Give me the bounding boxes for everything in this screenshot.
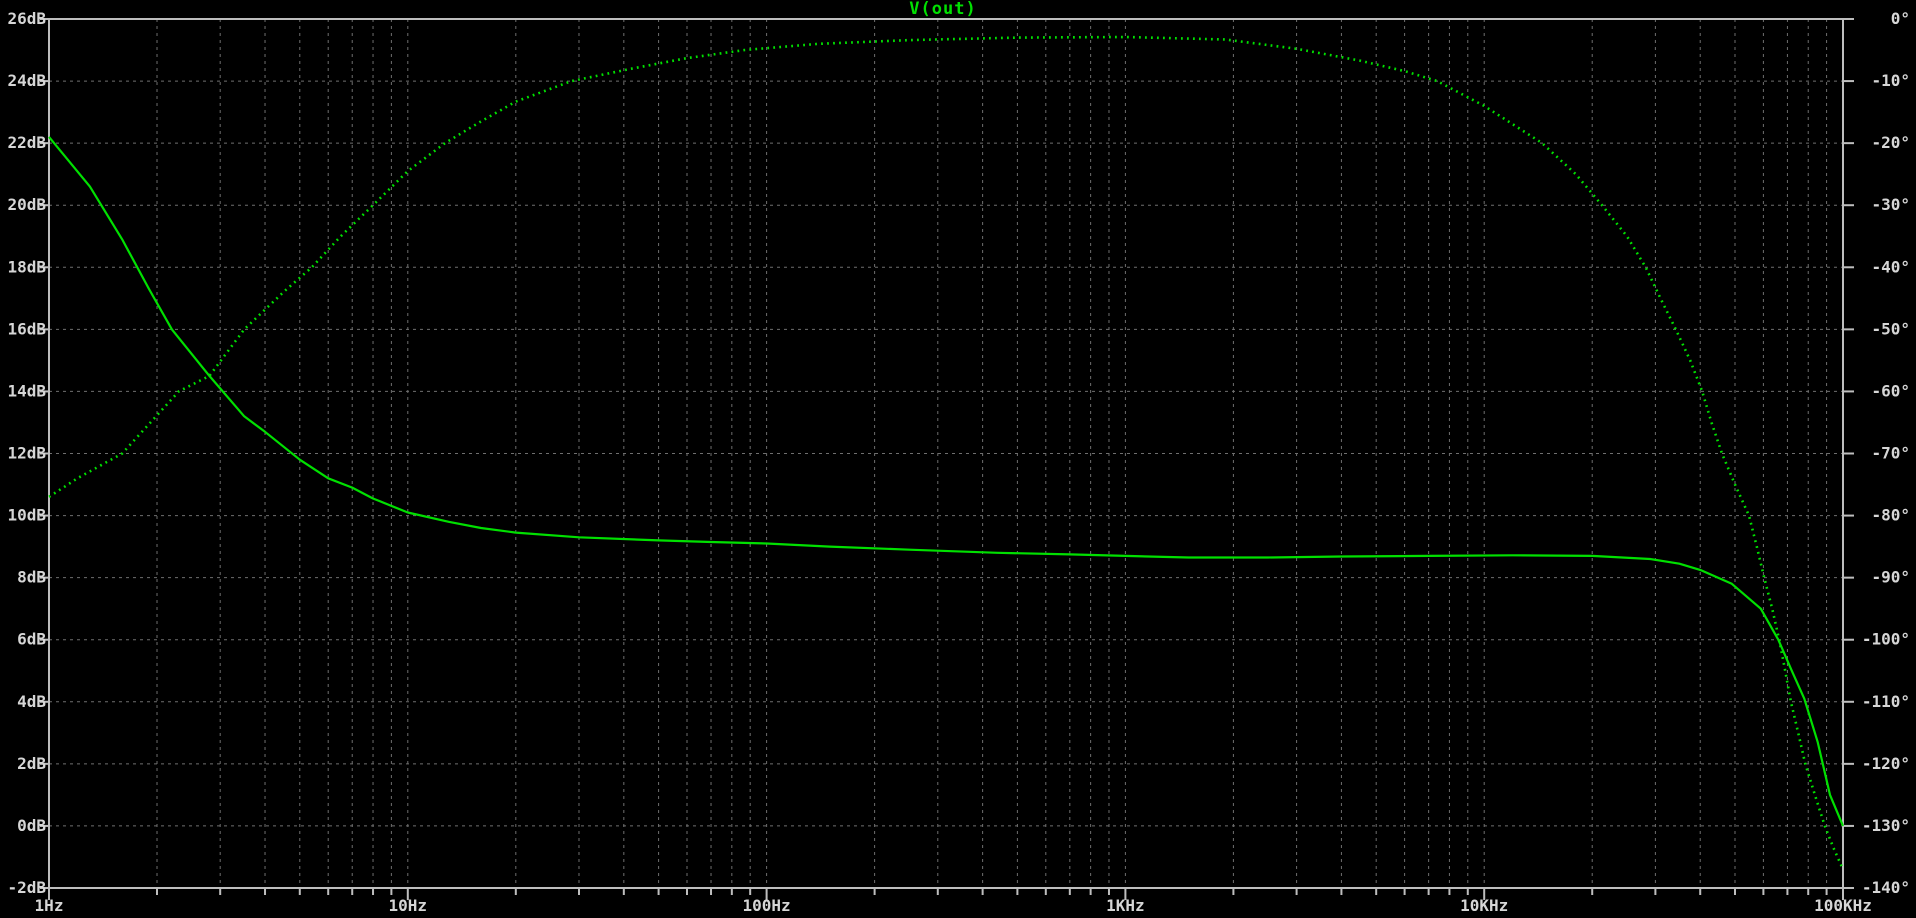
right-axis-tick-label: -90° — [1871, 568, 1910, 587]
left-axis-tick-label: 26dB — [7, 9, 46, 28]
x-axis-tick-label: 10KHz — [1460, 896, 1508, 915]
left-axis-tick-label: 12dB — [7, 444, 46, 463]
right-axis-tick-label: 0° — [1891, 9, 1910, 28]
x-axis-tick-label: 1KHz — [1106, 896, 1145, 915]
left-axis-tick-label: 10dB — [7, 506, 46, 525]
right-axis-tick-label: -60° — [1871, 381, 1910, 400]
right-axis-tick-label: -40° — [1871, 257, 1910, 276]
x-axis-tick-label: 10Hz — [389, 896, 428, 915]
left-axis-tick-label: 4dB — [17, 692, 46, 711]
left-axis-tick-label: 16dB — [7, 319, 46, 338]
left-axis-tick-label: 14dB — [7, 381, 46, 400]
left-axis-tick-label: 20dB — [7, 195, 46, 214]
right-axis-tick-label: -80° — [1871, 506, 1910, 525]
left-axis-tick-label: 18dB — [7, 257, 46, 276]
x-axis-tick-label: 100KHz — [1814, 896, 1872, 915]
waveform-viewer-pane: 26dB 24dB 22dB 20dB 18dB 16dB 14dB 12dB 10dB 8dB 6… — [0, 0, 1916, 918]
right-axis-tick-label: -120° — [1862, 754, 1910, 773]
left-axis-tick-label: 0dB — [17, 816, 46, 835]
bode-plot: 26dB 24dB 22dB 20dB 18dB 16dB 14dB 12dB 10dB 8dB 6… — [7, 0, 1910, 915]
right-axis-tick-label: -130° — [1862, 816, 1910, 835]
left-axis-tick-label: 8dB — [17, 568, 46, 587]
right-axis-tick-label: -20° — [1871, 133, 1910, 152]
right-axis-tick-label: -10° — [1871, 71, 1910, 90]
x-axis-tick-label: 1Hz — [35, 896, 64, 915]
right-axis-tick-label: -100° — [1862, 630, 1910, 649]
left-axis-tick-label: -2dB — [7, 878, 46, 897]
plot-title[interactable]: V(out) — [909, 0, 976, 19]
left-axis-tick-label: 2dB — [17, 754, 46, 773]
left-axis-tick-label: 6dB — [17, 630, 46, 649]
right-axis-tick-label: -30° — [1871, 195, 1910, 214]
x-axis-tick-label: 100Hz — [743, 896, 791, 915]
right-axis-tick-label: -70° — [1871, 444, 1910, 463]
right-axis-tick-label: -50° — [1871, 319, 1910, 338]
left-axis-tick-label: 22dB — [7, 133, 46, 152]
left-axis-tick-label: 24dB — [7, 71, 46, 90]
right-axis-tick-label: -110° — [1862, 692, 1910, 711]
right-axis-tick-label: -140° — [1862, 878, 1910, 897]
